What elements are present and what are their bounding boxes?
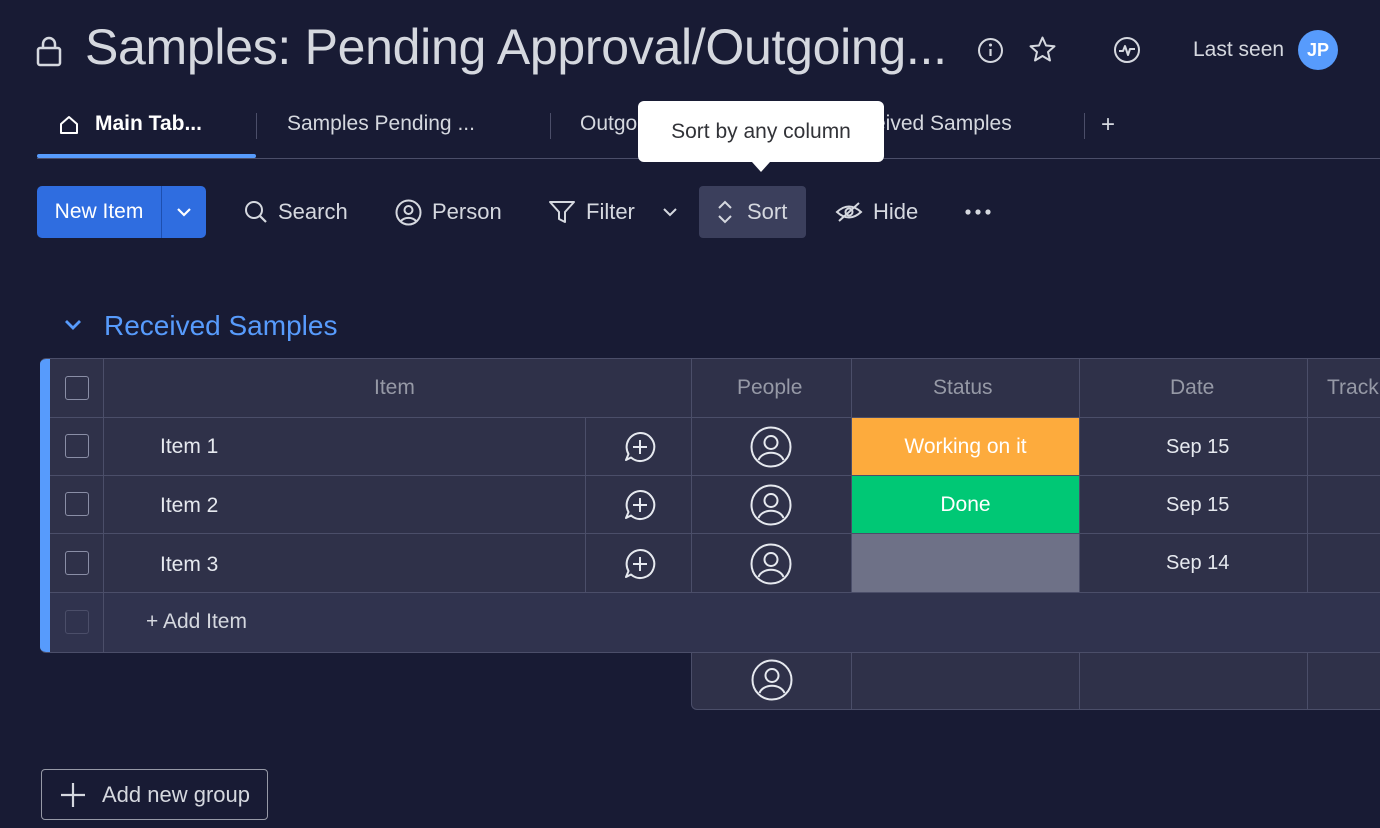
status-cell[interactable]: Working on it bbox=[852, 418, 1079, 475]
activity-icon[interactable] bbox=[1113, 36, 1141, 64]
date-cell[interactable]: Sep 15 bbox=[1166, 436, 1229, 459]
search-button[interactable]: Search bbox=[244, 186, 348, 238]
chevron-down-icon[interactable] bbox=[662, 207, 678, 217]
column-divider bbox=[585, 417, 586, 592]
person-icon[interactable] bbox=[750, 426, 792, 468]
tab-main-table[interactable]: Main Tab... bbox=[95, 112, 202, 136]
eye-off-icon bbox=[835, 202, 863, 222]
person-icon bbox=[751, 659, 793, 701]
item-name[interactable]: Item 2 bbox=[160, 494, 218, 518]
row-checkbox[interactable] bbox=[65, 551, 89, 575]
person-label: Person bbox=[432, 199, 502, 224]
tab-outgoing[interactable]: Outgo bbox=[580, 112, 637, 136]
column-divider bbox=[691, 359, 692, 592]
add-item-row bbox=[50, 593, 1380, 652]
column-divider bbox=[1079, 359, 1080, 592]
avatar[interactable]: JP bbox=[1298, 30, 1338, 70]
person-icon[interactable] bbox=[750, 484, 792, 526]
row-checkbox[interactable] bbox=[65, 492, 89, 516]
hide-label: Hide bbox=[873, 199, 919, 224]
add-tab-button[interactable]: + bbox=[1101, 111, 1115, 139]
add-update-icon[interactable] bbox=[624, 548, 656, 580]
add-new-group-button[interactable]: Add new group bbox=[41, 769, 268, 820]
item-name[interactable]: Item 1 bbox=[160, 435, 218, 459]
person-icon bbox=[395, 199, 422, 225]
home-icon bbox=[58, 114, 80, 136]
date-cell[interactable]: Sep 15 bbox=[1166, 494, 1229, 517]
star-icon[interactable] bbox=[1028, 35, 1057, 64]
person-filter-button[interactable]: Person bbox=[395, 186, 502, 238]
column-divider bbox=[103, 593, 104, 652]
row-divider bbox=[50, 417, 1380, 418]
add-item-input[interactable]: + Add Item bbox=[146, 610, 247, 634]
sort-icon bbox=[718, 200, 732, 224]
info-icon[interactable] bbox=[977, 37, 1004, 64]
board-title[interactable]: Samples: Pending Approval/Outgoing... bbox=[85, 18, 947, 76]
row-checkbox[interactable] bbox=[65, 434, 89, 458]
active-tab-indicator bbox=[37, 154, 256, 158]
column-divider bbox=[1307, 359, 1308, 592]
item-name[interactable]: Item 3 bbox=[160, 553, 218, 577]
tab-received-samples[interactable]: eived Samples bbox=[874, 112, 1012, 136]
row-divider bbox=[50, 475, 1380, 476]
column-header-track[interactable]: Track bbox=[1327, 376, 1379, 400]
column-header-people[interactable]: People bbox=[737, 376, 802, 400]
new-item-button[interactable]: New Item bbox=[37, 186, 206, 238]
sort-tooltip: Sort by any column bbox=[638, 101, 884, 172]
summary-row bbox=[691, 651, 1380, 710]
status-cell[interactable] bbox=[852, 534, 1079, 592]
more-options-icon[interactable] bbox=[964, 208, 992, 216]
last-seen-label[interactable]: Last seen bbox=[1193, 38, 1284, 62]
group-title[interactable]: Received Samples bbox=[104, 310, 337, 342]
filter-icon bbox=[549, 201, 575, 223]
person-icon[interactable] bbox=[750, 543, 792, 585]
tab-divider bbox=[256, 113, 257, 139]
tab-divider bbox=[550, 113, 551, 139]
filter-button[interactable]: Filter bbox=[548, 186, 635, 238]
sort-button[interactable]: Sort bbox=[699, 186, 807, 238]
hide-button[interactable]: Hide bbox=[835, 186, 918, 238]
plus-icon bbox=[61, 782, 85, 807]
column-divider bbox=[1307, 651, 1308, 709]
row-divider bbox=[50, 533, 1380, 534]
lock-icon bbox=[36, 35, 62, 67]
column-header-status[interactable]: Status bbox=[933, 376, 993, 400]
add-new-group-label: Add new group bbox=[102, 781, 250, 807]
group-color-bar bbox=[40, 359, 50, 652]
column-divider bbox=[851, 651, 852, 709]
search-label: Search bbox=[278, 199, 348, 224]
select-all-checkbox[interactable] bbox=[65, 376, 89, 400]
column-divider bbox=[1079, 651, 1080, 709]
filter-label: Filter bbox=[586, 199, 635, 224]
date-cell[interactable]: Sep 14 bbox=[1166, 552, 1229, 575]
add-update-icon[interactable] bbox=[624, 489, 656, 521]
new-item-label[interactable]: New Item bbox=[37, 186, 162, 238]
sort-label: Sort bbox=[747, 199, 788, 224]
status-cell[interactable]: Done bbox=[852, 476, 1079, 533]
chevron-down-icon[interactable] bbox=[63, 318, 83, 332]
tab-divider bbox=[1084, 113, 1085, 139]
column-header-date[interactable]: Date bbox=[1170, 376, 1214, 400]
chevron-down-icon[interactable] bbox=[162, 186, 206, 238]
row-checkbox-disabled bbox=[65, 610, 89, 634]
column-header-item[interactable]: Item bbox=[374, 376, 415, 400]
add-update-icon[interactable] bbox=[624, 431, 656, 463]
search-icon bbox=[245, 201, 267, 223]
group-table: Item People Status Date Track Item 1 Wor… bbox=[40, 358, 1380, 653]
tab-samples-pending[interactable]: Samples Pending ... bbox=[287, 112, 475, 136]
